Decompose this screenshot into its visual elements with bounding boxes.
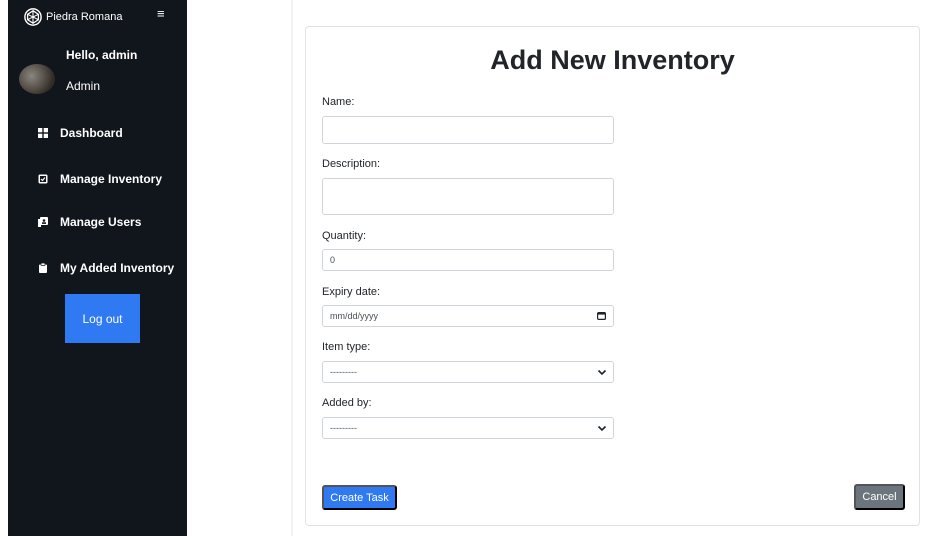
- brand-name: Piedra Romana: [46, 11, 123, 23]
- sidebar-item-label: Dashboard: [60, 126, 123, 140]
- page-gutter: [0, 0, 8, 536]
- item-type-label: Item type:: [322, 341, 371, 353]
- greeting-text: Hello, admin: [66, 48, 138, 62]
- clipboard-icon: [39, 263, 47, 273]
- expiry-date-label: Expiry date:: [322, 286, 381, 298]
- sidebar-item-label: Manage Inventory: [60, 172, 163, 186]
- sidebar-item-manage-inventory[interactable]: Manage Inventory: [38, 172, 162, 186]
- sidebar-item-label: My Added Inventory: [60, 261, 175, 275]
- page-title: Add New Inventory: [490, 45, 735, 75]
- user-role: Admin: [66, 79, 101, 93]
- item-type-selected: ---------: [330, 367, 357, 377]
- brand[interactable]: Piedra Romana: [24, 8, 122, 26]
- sidebar-item-manage-users[interactable]: Manage Users: [38, 215, 141, 229]
- menu-toggle-icon[interactable]: ≡: [157, 7, 165, 20]
- sidebar: Piedra Romana ≡ Hello, admin Admin Dashb…: [8, 0, 187, 536]
- expiry-date-input[interactable]: mm/dd/yyyy: [322, 305, 614, 327]
- added-by-selected: ---------: [330, 423, 357, 433]
- cancel-button[interactable]: Cancel: [854, 484, 905, 510]
- avatar: [19, 64, 55, 94]
- calendar-icon[interactable]: [597, 312, 606, 320]
- sidebar-item-label: Manage Users: [60, 215, 142, 229]
- sidebar-item-dashboard[interactable]: Dashboard: [38, 126, 123, 140]
- quantity-value: 0: [330, 255, 336, 265]
- logout-button[interactable]: Log out: [65, 294, 140, 343]
- description-label: Description:: [322, 158, 381, 170]
- quantity-input[interactable]: 0: [322, 249, 614, 271]
- grid-icon: [38, 128, 48, 138]
- user-card-icon: [38, 217, 48, 227]
- chevron-down-icon: [597, 369, 607, 376]
- added-by-label: Added by:: [322, 397, 372, 409]
- item-type-select[interactable]: ---------: [322, 361, 614, 383]
- quantity-label: Quantity:: [322, 230, 367, 242]
- create-task-button[interactable]: Create Task: [322, 485, 397, 510]
- add-inventory-card: Add New Inventory Name: Description: Qua…: [305, 26, 920, 526]
- content-divider: [291, 0, 293, 536]
- sidebar-item-my-added-inventory[interactable]: My Added Inventory: [38, 261, 174, 275]
- added-by-select[interactable]: ---------: [322, 417, 614, 439]
- chevron-down-icon: [597, 425, 607, 432]
- name-label: Name:: [322, 96, 355, 108]
- expiry-date-placeholder: mm/dd/yyyy: [330, 311, 379, 321]
- description-textarea[interactable]: [322, 178, 614, 215]
- brand-logo-icon: [24, 8, 42, 26]
- name-input[interactable]: [322, 116, 614, 144]
- check-square-icon: [38, 174, 48, 184]
